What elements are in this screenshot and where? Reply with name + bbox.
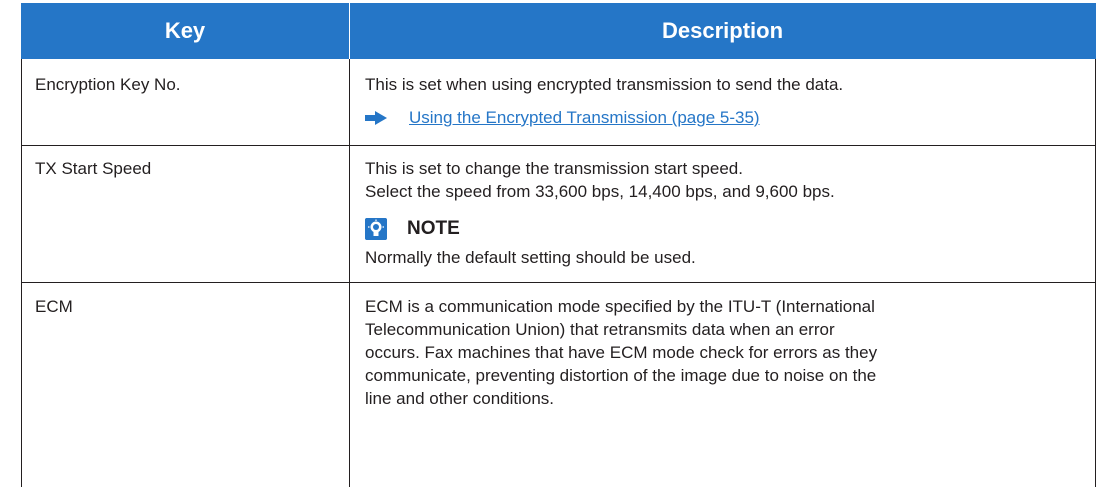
arrow-right-icon — [365, 111, 387, 125]
note-heading: NOTE — [365, 218, 460, 240]
row-description-line: Telecommunication Union) that retransmit… — [365, 320, 835, 339]
row-description-line: occurs. Fax machines that have ECM mode … — [365, 343, 878, 362]
note-label: NOTE — [407, 218, 460, 239]
table-header: Key Description — [21, 3, 1096, 59]
row-key-encryption-key-no: Encryption Key No. — [35, 75, 181, 94]
row-divider — [21, 145, 1096, 146]
lightbulb-icon — [365, 218, 387, 240]
row-description-line: Select the speed from 33,600 bps, 14,400… — [365, 182, 835, 201]
row-description-line: line and other conditions. — [365, 389, 555, 408]
reference-link-row[interactable]: Using the Encrypted Transmission (page 5… — [365, 108, 760, 128]
row-description-line: communicate, preventing distortion of th… — [365, 366, 877, 385]
row-description-encryption: This is set when using encrypted transmi… — [365, 75, 844, 94]
note-text: Normally the default setting should be u… — [365, 248, 696, 267]
row-key-tx-start-speed: TX Start Speed — [35, 159, 152, 178]
column-header-description: Description — [661, 18, 784, 43]
row-description-line: This is set to change the transmission s… — [365, 159, 743, 178]
row-divider — [21, 282, 1096, 283]
column-divider — [349, 59, 350, 487]
column-header-key: Key — [164, 18, 206, 43]
settings-table: Key Description Encryption Key No. This … — [21, 3, 1096, 487]
table-right-border — [1095, 59, 1096, 487]
row-description-line: ECM is a communication mode specified by… — [365, 297, 875, 316]
encrypted-transmission-link[interactable]: Using the Encrypted Transmission (page 5… — [409, 108, 760, 128]
table-left-border — [21, 59, 22, 487]
row-key-ecm: ECM — [35, 297, 73, 316]
